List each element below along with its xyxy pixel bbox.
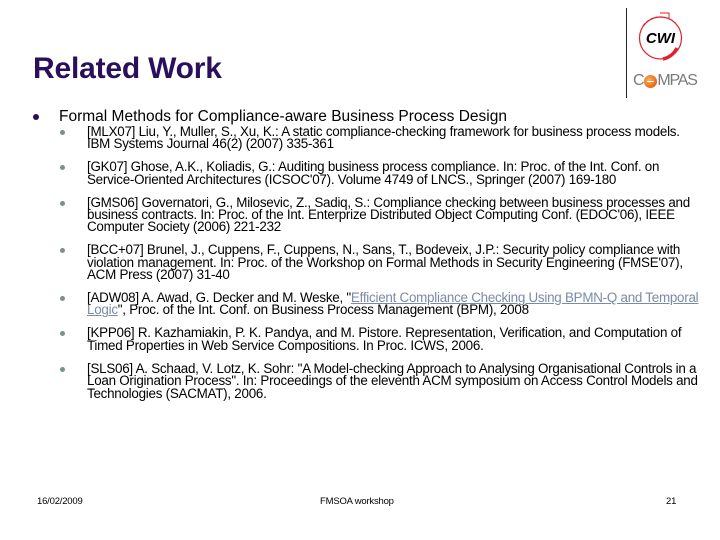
reference-list: [MLX07] Liu, Y., Muller, S., Xu, K.: A s…: [60, 124, 700, 410]
sub-bullet-icon: [60, 366, 65, 372]
reference-item: [MLX07] Liu, Y., Muller, S., Xu, K.: A s…: [60, 124, 700, 152]
compas-logo-o-icon: [643, 74, 657, 88]
footer-event: FMSOA workshop: [320, 496, 394, 507]
sub-bullet-icon: [60, 296, 65, 302]
cwi-logo-text: CWI: [646, 30, 676, 47]
page-number: 21: [666, 496, 677, 507]
compas-logo-prefix: C: [633, 72, 645, 89]
slide-title: Related Work: [33, 52, 222, 85]
reference-item: [ADW08] A. Awad, G. Decker and M. Weske,…: [60, 291, 700, 318]
sub-bullet-icon: [60, 130, 65, 135]
cwi-logo: CWI: [638, 12, 683, 61]
compas-logo: C MPAS: [633, 72, 698, 90]
reference-text: [BCC+07] Brunel, J., Cuppens, F., Cuppen…: [87, 242, 683, 283]
reference-text: [SLS06] A. Schaad, V. Lotz, K. Sohr: "A …: [87, 360, 698, 401]
reference-text: [MLX07] Liu, Y., Muller, S., Xu, K.: A s…: [87, 124, 680, 152]
bullet-icon: [33, 114, 39, 120]
compas-logo-suffix: MPAS: [657, 72, 698, 89]
reference-text: [GK07] Ghose, A.K., Koliadis, G.: Auditi…: [87, 159, 660, 187]
reference-text: [GMS06] Governatori, G., Milosevic, Z., …: [87, 194, 690, 235]
sub-bullet-icon: [60, 331, 65, 337]
footer-date: 16/02/2009: [37, 496, 83, 507]
reference-item: [GMS06] Governatori, G., Milosevic, Z., …: [60, 194, 700, 235]
reference-item: [BCC+07] Brunel, J., Cuppens, F., Cuppen…: [60, 242, 700, 283]
sub-bullet-icon: [60, 200, 65, 206]
reference-suffix: ", Proc. of the Int. Conf. on Business P…: [117, 302, 529, 318]
logo-divider: [626, 8, 627, 98]
sub-bullet-icon: [60, 248, 65, 254]
reference-text: [KPP06] R. Kazhamiakin, P. K. Pandya, an…: [87, 325, 682, 353]
reference-item: [SLS06] A. Schaad, V. Lotz, K. Sohr: "A …: [60, 360, 700, 401]
sub-bullet-icon: [60, 165, 65, 171]
reference-item: [KPP06] R. Kazhamiakin, P. K. Pandya, an…: [60, 325, 700, 353]
reference-item: [GK07] Ghose, A.K., Koliadis, G.: Auditi…: [60, 159, 700, 187]
